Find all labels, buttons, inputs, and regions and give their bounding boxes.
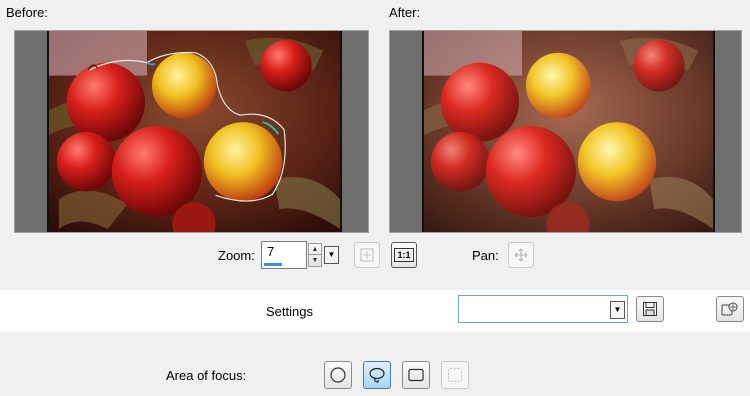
floppy-disk-icon	[643, 302, 657, 316]
before-preview[interactable]	[14, 30, 369, 233]
spin-up-icon[interactable]: ▲	[309, 244, 321, 255]
zoom-input[interactable]: 7	[261, 241, 307, 269]
zoom-progress	[264, 263, 282, 266]
settings-combo[interactable]	[458, 295, 628, 323]
area-of-focus-label: Area of focus:	[166, 368, 247, 383]
clear-selection-icon	[448, 368, 462, 382]
manage-settings-button[interactable]	[716, 296, 744, 322]
actual-size-icon: 1:1	[394, 248, 414, 262]
rectangle-selection-button[interactable]	[402, 361, 430, 389]
pan-button[interactable]	[508, 242, 534, 268]
settings-manager-icon	[721, 302, 738, 316]
rectangle-icon	[408, 368, 424, 382]
ellipse-selection-button[interactable]	[324, 361, 352, 389]
zoom-label: Zoom:	[218, 248, 255, 263]
preview-panel: Before: After: Zoom: 7 ▲ ▼ ▼ 1:1 Pan:	[0, 0, 750, 290]
zoom-dropdown-button[interactable]: ▼	[324, 246, 339, 264]
after-label: After:	[389, 5, 421, 20]
chevron-down-icon: ▼	[613, 305, 622, 314]
settings-label: Settings	[266, 304, 313, 319]
actual-size-button[interactable]: 1:1	[391, 242, 417, 268]
after-preview[interactable]	[389, 30, 742, 233]
before-label: Before:	[6, 5, 48, 20]
fit-to-window-icon	[360, 248, 374, 262]
settings-row: Settings ▼	[0, 290, 750, 332]
freehand-selection-button[interactable]	[363, 361, 391, 389]
circle-icon	[330, 367, 346, 383]
zoom-pan-row: Zoom: 7 ▲ ▼ ▼ 1:1 Pan:	[0, 241, 750, 271]
save-settings-button[interactable]	[636, 296, 664, 322]
clear-selection-button[interactable]	[441, 361, 469, 389]
fit-to-window-button[interactable]	[354, 242, 380, 268]
after-image	[422, 31, 715, 232]
zoom-value: 7	[267, 244, 275, 259]
area-of-focus-panel: Area of focus:	[0, 332, 750, 396]
spin-down-icon[interactable]: ▼	[309, 255, 321, 266]
lasso-icon	[369, 367, 385, 383]
settings-dropdown-button[interactable]: ▼	[610, 301, 625, 319]
zoom-spinner[interactable]: ▲ ▼	[308, 243, 322, 267]
chevron-down-icon: ▼	[327, 250, 336, 259]
pan-move-icon	[514, 248, 528, 262]
before-image	[47, 31, 342, 232]
pan-label: Pan:	[472, 248, 499, 263]
